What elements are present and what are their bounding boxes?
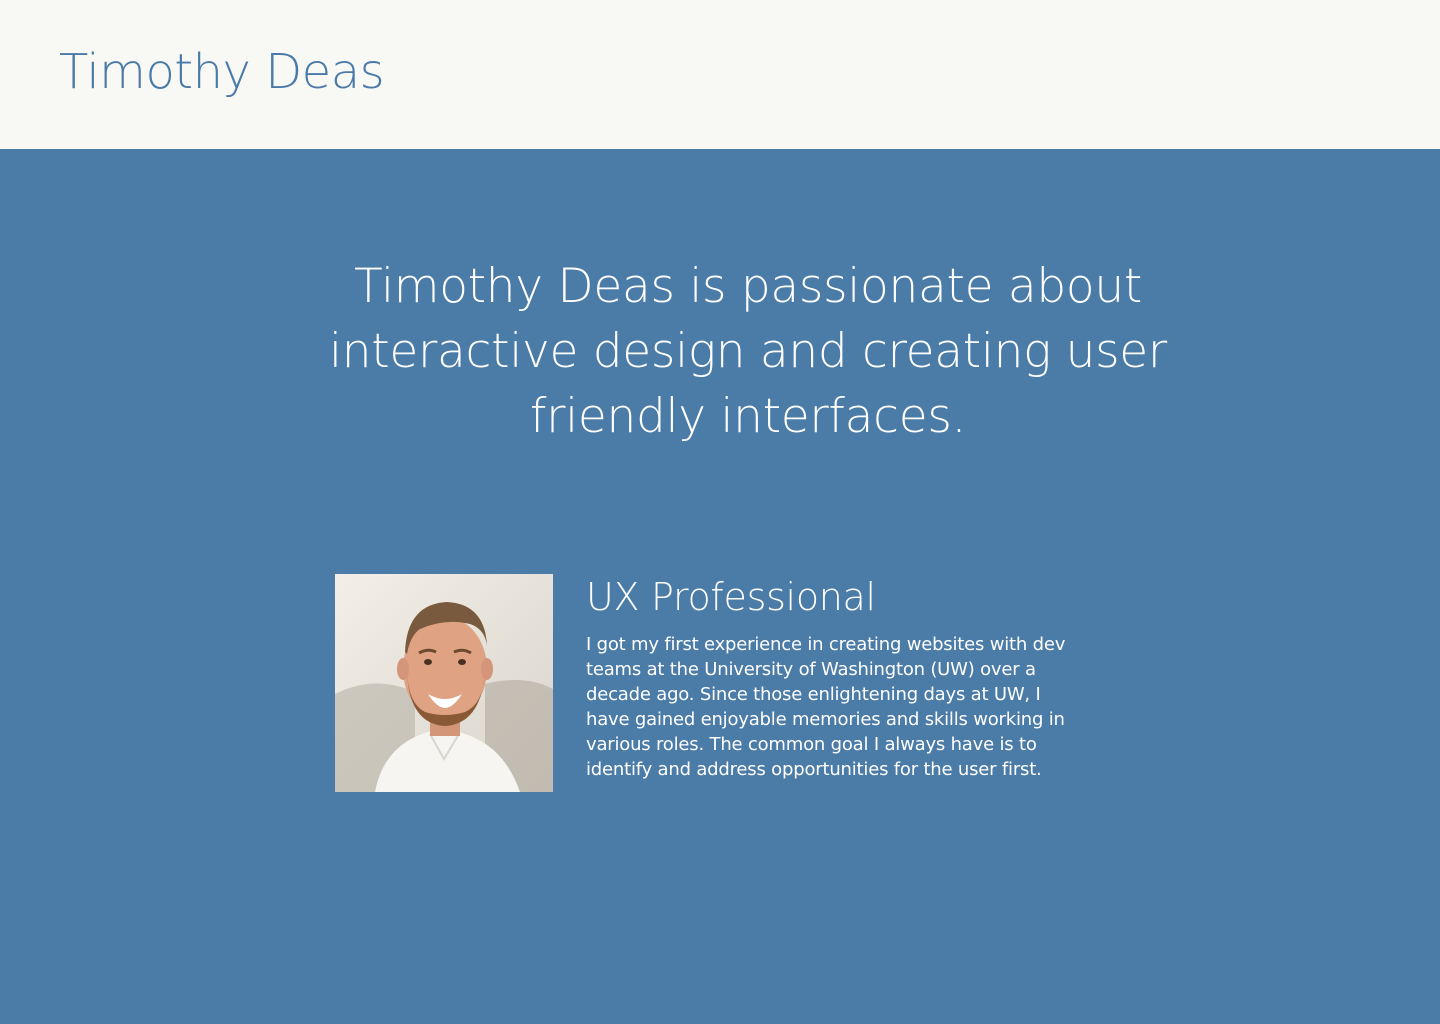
profile-photo <box>335 574 553 792</box>
profile-section: UX Professional I got my first experienc… <box>335 574 1115 794</box>
portrait-image <box>335 574 553 792</box>
role-title: UX Professional <box>586 575 876 619</box>
site-header: Timothy Deas <box>0 0 1440 149</box>
site-title[interactable]: Timothy Deas <box>59 44 385 102</box>
hero-tagline: Timothy Deas is passionate about interac… <box>329 259 1167 444</box>
bio-block: UX Professional I got my first experienc… <box>586 574 1106 782</box>
main-content: Timothy Deas is passionate about interac… <box>0 149 1440 1024</box>
bio-paragraph: I got my first experience in creating we… <box>586 634 1066 780</box>
